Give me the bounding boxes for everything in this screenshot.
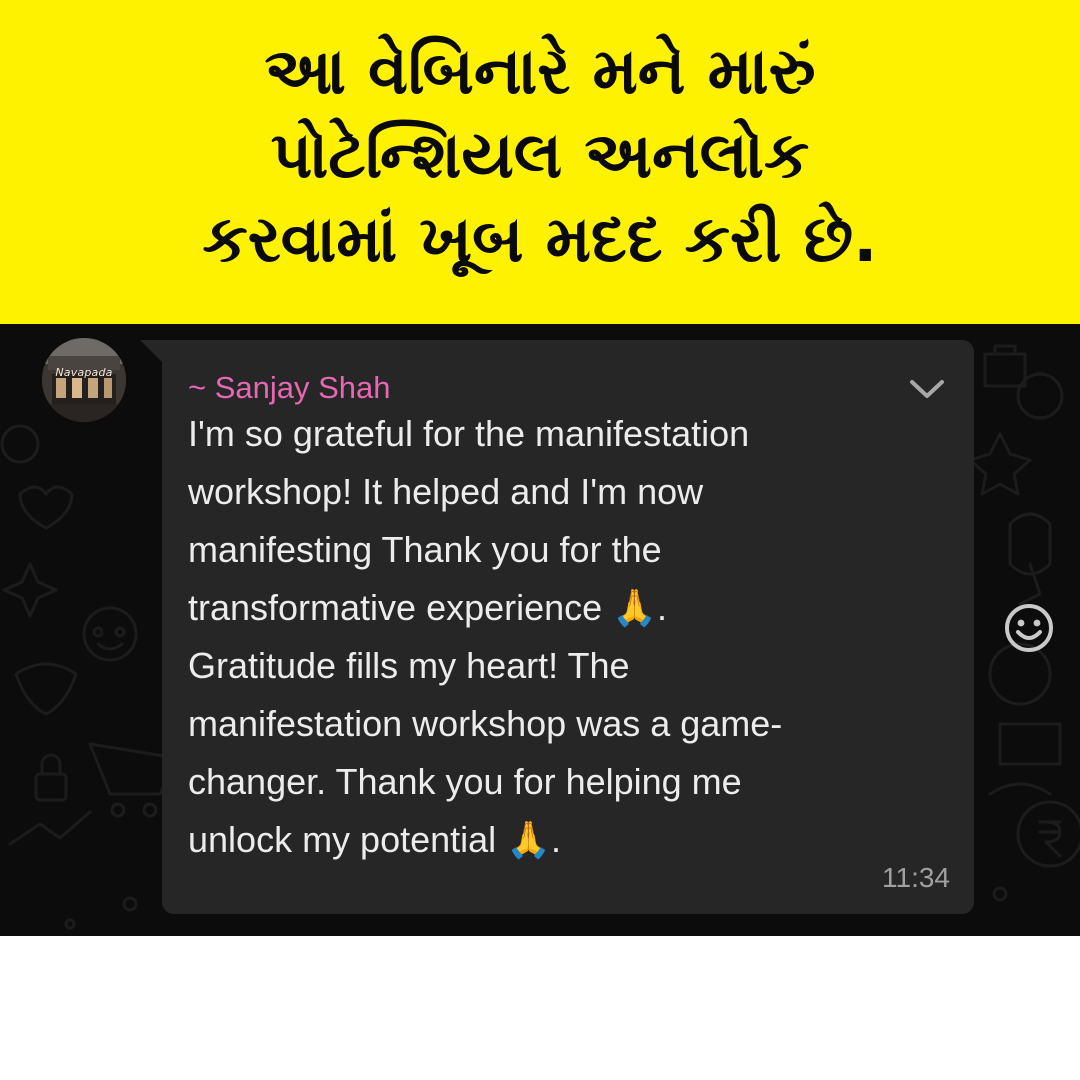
- message-line: changer. Thank you for helping me: [188, 761, 742, 802]
- bubble-tail: [140, 340, 162, 362]
- headline-line-3: કરવામાં ખૂબ મદદ કરી છે.: [202, 203, 878, 277]
- message-bubble[interactable]: ~ Sanjay Shah I'm so grateful for the ma…: [162, 340, 974, 914]
- avatar[interactable]: Navapada: [42, 338, 126, 422]
- emoji-smiley-icon[interactable]: [1003, 602, 1055, 654]
- avatar-sign-text: Navapada: [55, 366, 113, 379]
- message-line: manifestation workshop was a game-: [188, 703, 783, 744]
- chevron-down-icon[interactable]: [906, 374, 948, 404]
- message-line: manifesting Thank you for the: [188, 529, 662, 570]
- headline-line-1: આ વેબિનારે મને મારું: [264, 35, 816, 109]
- headline-banner: આ વેબિનારે મને મારું પોટેન્શિયલ અનલોક કર…: [0, 0, 1080, 324]
- chat-area[interactable]: Navapada ~ Sanjay Shah I'm so grateful f…: [0, 324, 1080, 936]
- bottom-blank-area: [0, 936, 1080, 1080]
- message-line: transformative experience 🙏.: [188, 587, 668, 628]
- sender-name[interactable]: ~ Sanjay Shah: [188, 370, 391, 406]
- message-line: workshop! It helped and I'm now: [188, 471, 704, 512]
- message-line: Gratitude fills my heart! The: [188, 645, 630, 686]
- message-line: unlock my potential 🙏.: [188, 819, 561, 860]
- page: આ વેબિનારે મને મારું પોટેન્શિયલ અનલોક કર…: [0, 0, 1080, 1080]
- message-timestamp: 11:34: [882, 862, 950, 893]
- avatar-photo: [42, 338, 126, 422]
- message-line: I'm so grateful for the manifestation: [188, 413, 750, 454]
- headline-line-2: પોટેન્શિયલ અનલોક: [270, 119, 810, 193]
